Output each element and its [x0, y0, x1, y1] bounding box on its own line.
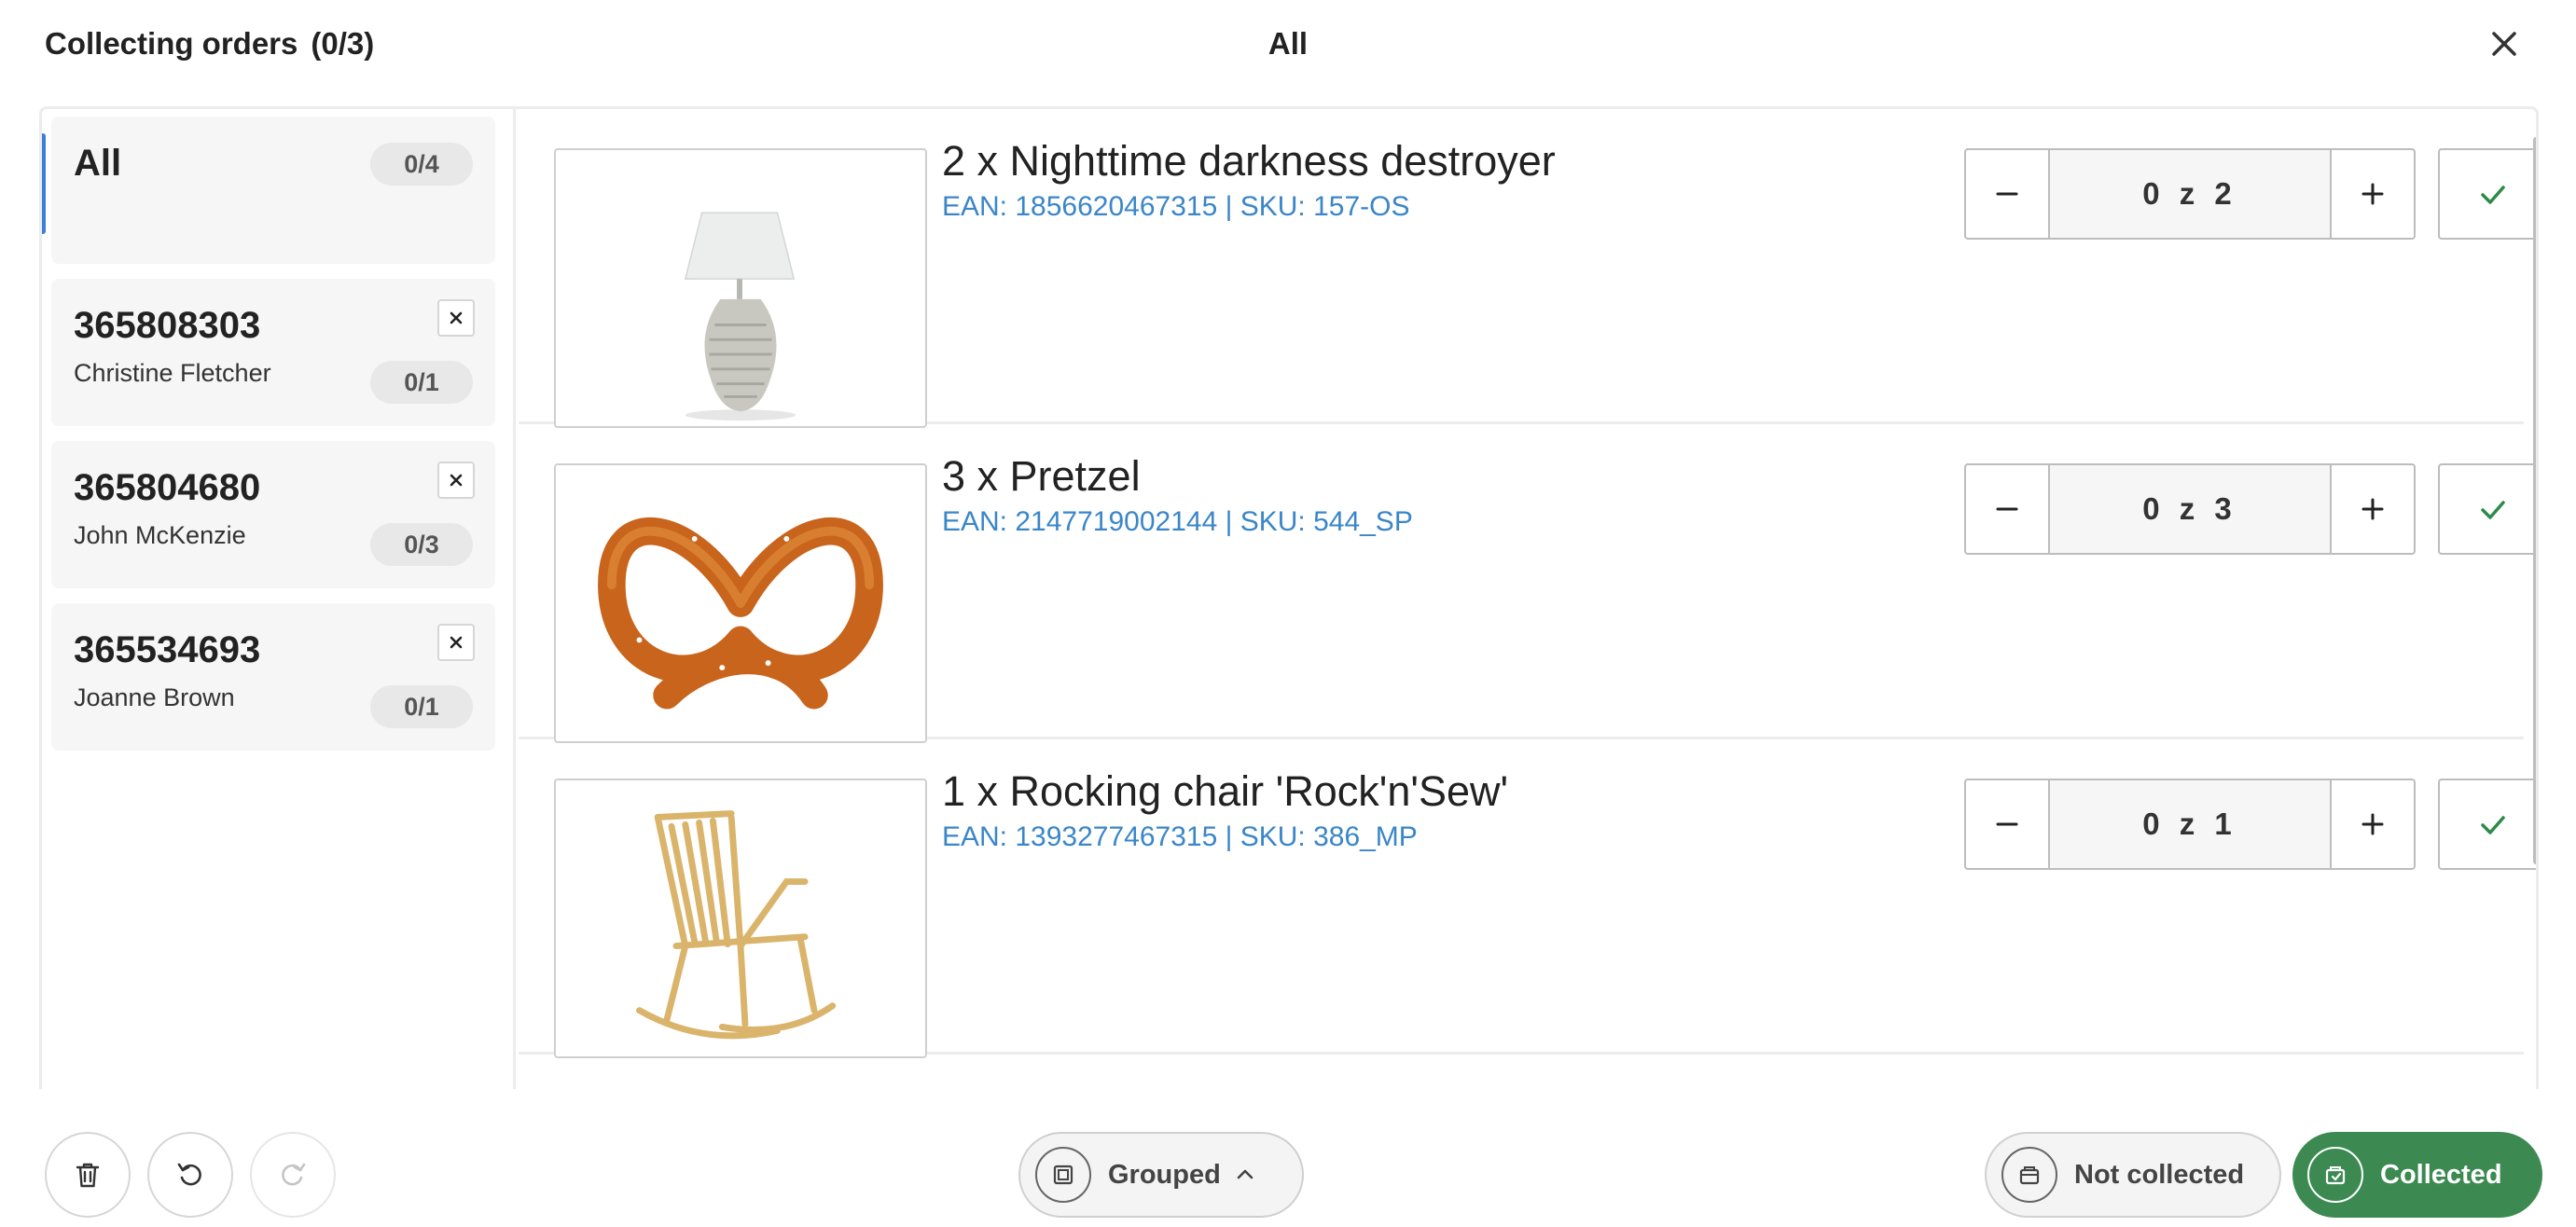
undo-button[interactable]	[147, 1132, 233, 1218]
items-scrollbar[interactable]	[2533, 137, 2536, 864]
item-name: 1 x Rocking chair 'Rock'n'Sew'	[942, 767, 1509, 815]
redo-icon	[282, 1163, 306, 1186]
check-icon	[2481, 501, 2505, 519]
item-name: 2 x Nighttime darkness destroyer	[942, 137, 1556, 185]
list-item: 1 x Rocking chair 'Rock'n'Sew' EAN: 1393…	[519, 739, 2536, 1058]
product-image	[554, 463, 927, 743]
current-filter-title: All	[1267, 26, 1309, 61]
box-check-icon	[2307, 1147, 2363, 1203]
items-list: 2 x Nighttime darkness destroyer EAN: 18…	[519, 109, 2536, 1089]
progress-badge: 0/1	[370, 685, 473, 728]
order-number: 365534693	[74, 629, 261, 670]
chevron-up-icon	[1237, 1169, 1253, 1179]
minus-icon	[1996, 192, 2018, 196]
increment-button[interactable]	[2330, 780, 2414, 868]
delete-button[interactable]	[45, 1132, 131, 1218]
collect-item-button[interactable]	[2438, 148, 2536, 240]
product-image	[554, 779, 927, 1058]
modal-header: Collecting orders (0/3) All	[0, 0, 2576, 103]
order-item[interactable]: 365804680 John McKenzie 0/3	[51, 441, 495, 588]
quantity-value: 0 z 2	[2050, 150, 2330, 238]
minus-icon	[1996, 822, 2018, 826]
close-icon	[450, 474, 463, 487]
item-codes: EAN: 2147719002144 | SKU: 544_SP	[942, 506, 1413, 537]
order-title: All	[74, 143, 122, 184]
plus-icon	[2361, 813, 2384, 835]
plus-icon	[2361, 498, 2384, 520]
decrement-button[interactable]	[1966, 780, 2050, 868]
quantity-stepper: 0 z 2	[1964, 148, 2416, 240]
remove-order-button[interactable]	[437, 299, 475, 337]
item-codes: EAN: 1393277467315 | SKU: 386_MP	[942, 821, 1418, 852]
collected-label: Collected	[2380, 1159, 2502, 1190]
box-icon	[2001, 1147, 2057, 1203]
collected-button[interactable]: Collected	[2292, 1132, 2542, 1218]
order-item[interactable]: 365534693 Joanne Brown 0/1	[51, 603, 495, 751]
check-icon	[2481, 816, 2505, 834]
order-item[interactable]: 365808303 Christine Fletcher 0/1	[51, 279, 495, 426]
not-collected-label: Not collected	[2074, 1159, 2245, 1190]
collect-item-button[interactable]	[2438, 779, 2536, 870]
grouped-icon	[1035, 1147, 1091, 1203]
increment-button[interactable]	[2330, 150, 2414, 238]
increment-button[interactable]	[2330, 465, 2414, 553]
quantity-value: 0 z 1	[2050, 780, 2330, 868]
item-codes: EAN: 1856620467315 | SKU: 157-OS	[942, 191, 1410, 222]
close-icon	[2492, 32, 2516, 56]
product-image	[554, 148, 927, 428]
remove-order-button[interactable]	[437, 462, 475, 499]
plus-icon	[2361, 183, 2384, 205]
check-icon	[2481, 186, 2505, 204]
grouped-label: Grouped	[1108, 1159, 1221, 1190]
decrement-button[interactable]	[1966, 150, 2050, 238]
trash-icon	[76, 1163, 100, 1188]
customer-name: Joanne Brown	[74, 683, 235, 711]
close-icon	[450, 311, 463, 324]
quantity-value: 0 z 3	[2050, 465, 2330, 553]
progress-badge: 0/4	[370, 143, 473, 186]
redo-button[interactable]	[250, 1132, 336, 1218]
rocking-chair-image	[556, 780, 925, 1056]
not-collected-button[interactable]: Not collected	[1985, 1132, 2281, 1218]
order-number: 365808303	[74, 305, 261, 346]
remove-order-button[interactable]	[437, 624, 475, 661]
minus-icon	[1996, 507, 2018, 511]
close-button[interactable]	[2481, 21, 2528, 67]
close-icon	[450, 636, 463, 649]
list-item: 2 x Nighttime darkness destroyer EAN: 18…	[519, 109, 2536, 428]
decrement-button[interactable]	[1966, 465, 2050, 553]
list-item: 3 x Pretzel EAN: 2147719002144 | SKU: 54…	[519, 424, 2536, 743]
order-filter-all[interactable]: All 0/4	[42, 117, 495, 264]
orders-sidebar: All 0/4 365808303 Christine Fletcher 0/1…	[42, 109, 516, 1089]
customer-name: John McKenzie	[74, 521, 246, 549]
collect-item-button[interactable]	[2438, 463, 2536, 555]
quantity-stepper: 0 z 1	[1964, 779, 2416, 870]
table-lamp-image	[556, 150, 925, 426]
item-name: 3 x Pretzel	[942, 452, 1141, 500]
order-number: 365804680	[74, 467, 261, 508]
customer-name: Christine Fletcher	[74, 359, 271, 387]
quantity-stepper: 0 z 3	[1964, 463, 2416, 555]
grouped-toggle-button[interactable]: Grouped	[1018, 1132, 1304, 1218]
progress-badge: 0/3	[370, 523, 473, 566]
pretzel-image	[556, 465, 925, 741]
undo-icon	[177, 1163, 201, 1186]
footer-toolbar: Grouped Not collected Collected	[0, 1089, 2576, 1227]
progress-badge: 0/1	[370, 361, 473, 404]
collecting-panel: All 0/4 365808303 Christine Fletcher 0/1…	[39, 106, 2539, 1089]
